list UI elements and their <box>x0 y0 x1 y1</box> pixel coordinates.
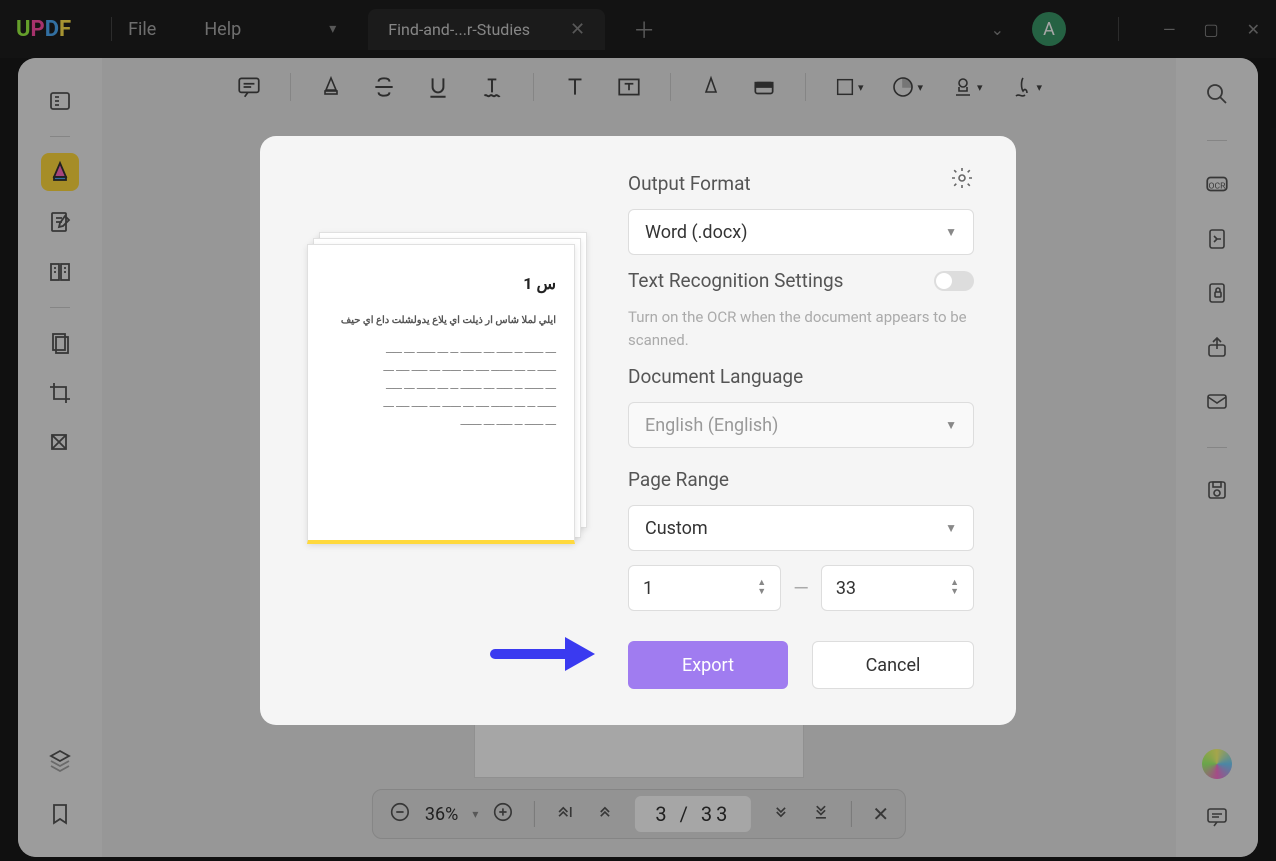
page-sheet-front: س 1 ايلي لملا شاس ار ذيلت اي يلاع يدولشل… <box>307 244 575 544</box>
annotation-arrow-icon <box>490 629 600 679</box>
settings-gear-icon[interactable] <box>950 166 974 194</box>
range-dash: — <box>793 576 809 600</box>
form-column: Output Format Word (.docx) ▼ Text Recogn… <box>628 172 974 689</box>
range-from-value: 1 <box>643 578 653 599</box>
export-button[interactable]: Export <box>628 641 788 689</box>
preview-column: س 1 ايلي لملا شاس ار ذيلت اي يلاع يدولشل… <box>302 172 592 689</box>
ocr-hint: Turn on the OCR when the document appear… <box>628 306 974 351</box>
export-dialog: س 1 ايلي لملا شاس ار ذيلت اي يلاع يدولشل… <box>260 136 1016 725</box>
document-language-value: English (English) <box>645 415 778 436</box>
cancel-button[interactable]: Cancel <box>812 641 974 689</box>
page-range-value: Custom <box>645 518 708 539</box>
output-format-select[interactable]: Word (.docx) ▼ <box>628 209 974 255</box>
range-to-input[interactable]: 33 ▲▼ <box>821 565 974 611</box>
page-preview: س 1 ايلي لملا شاس ار ذيلت اي يلاع يدولشل… <box>307 232 587 542</box>
page-range-select[interactable]: Custom ▼ <box>628 505 974 551</box>
chevron-down-icon: ▼ <box>945 225 957 239</box>
ocr-toggle[interactable] <box>934 271 974 291</box>
document-language-label: Document Language <box>628 365 974 388</box>
output-format-value: Word (.docx) <box>645 222 747 243</box>
preview-page-number: س 1 <box>326 269 556 299</box>
range-from-input[interactable]: 1 ▲▼ <box>628 565 781 611</box>
spinner-icons[interactable]: ▲▼ <box>950 579 959 597</box>
spinner-icons[interactable]: ▲▼ <box>757 579 766 597</box>
document-language-select[interactable]: English (English) ▼ <box>628 402 974 448</box>
ocr-settings-label: Text Recognition Settings <box>628 269 843 292</box>
modal-overlay: س 1 ايلي لملا شاس ار ذيلت اي يلاع يدولشل… <box>0 0 1276 861</box>
page-range-label: Page Range <box>628 468 974 491</box>
chevron-down-icon: ▼ <box>945 521 957 535</box>
range-to-value: 33 <box>836 578 856 599</box>
chevron-down-icon: ▼ <box>945 418 957 432</box>
output-format-label: Output Format <box>628 172 974 195</box>
